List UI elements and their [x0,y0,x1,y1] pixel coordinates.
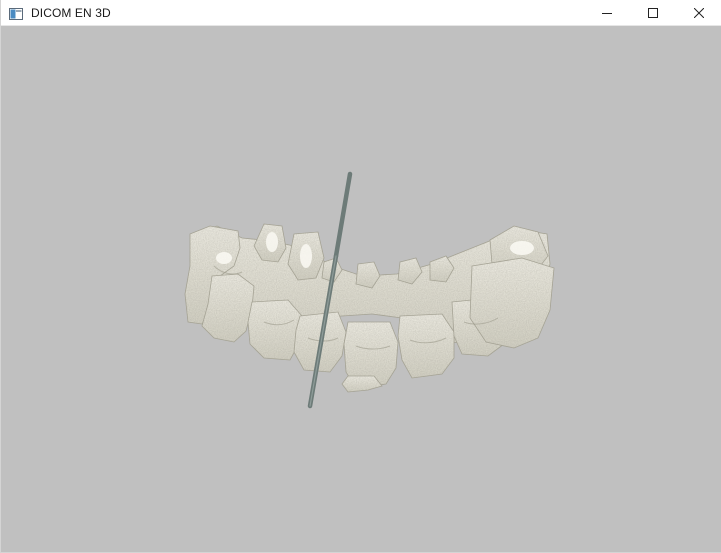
close-icon [694,8,704,18]
rod-upper [333,171,353,259]
close-button[interactable] [676,0,721,26]
window-controls [584,0,721,26]
spine-3d-model [184,171,555,409]
maximize-icon [648,8,658,18]
app-window: DICOM EN 3D [0,0,721,553]
window-title: DICOM EN 3D [31,5,111,20]
vertebra-body-8 [397,313,455,379]
3d-viewport[interactable] [2,26,721,552]
minimize-button[interactable] [584,0,630,26]
title-bar[interactable]: DICOM EN 3D [1,0,721,26]
app-window-icon [9,7,23,20]
minimize-icon [602,13,612,14]
sacral-mass [469,257,555,349]
maximize-button[interactable] [630,0,676,26]
spinous-tip [341,375,383,393]
